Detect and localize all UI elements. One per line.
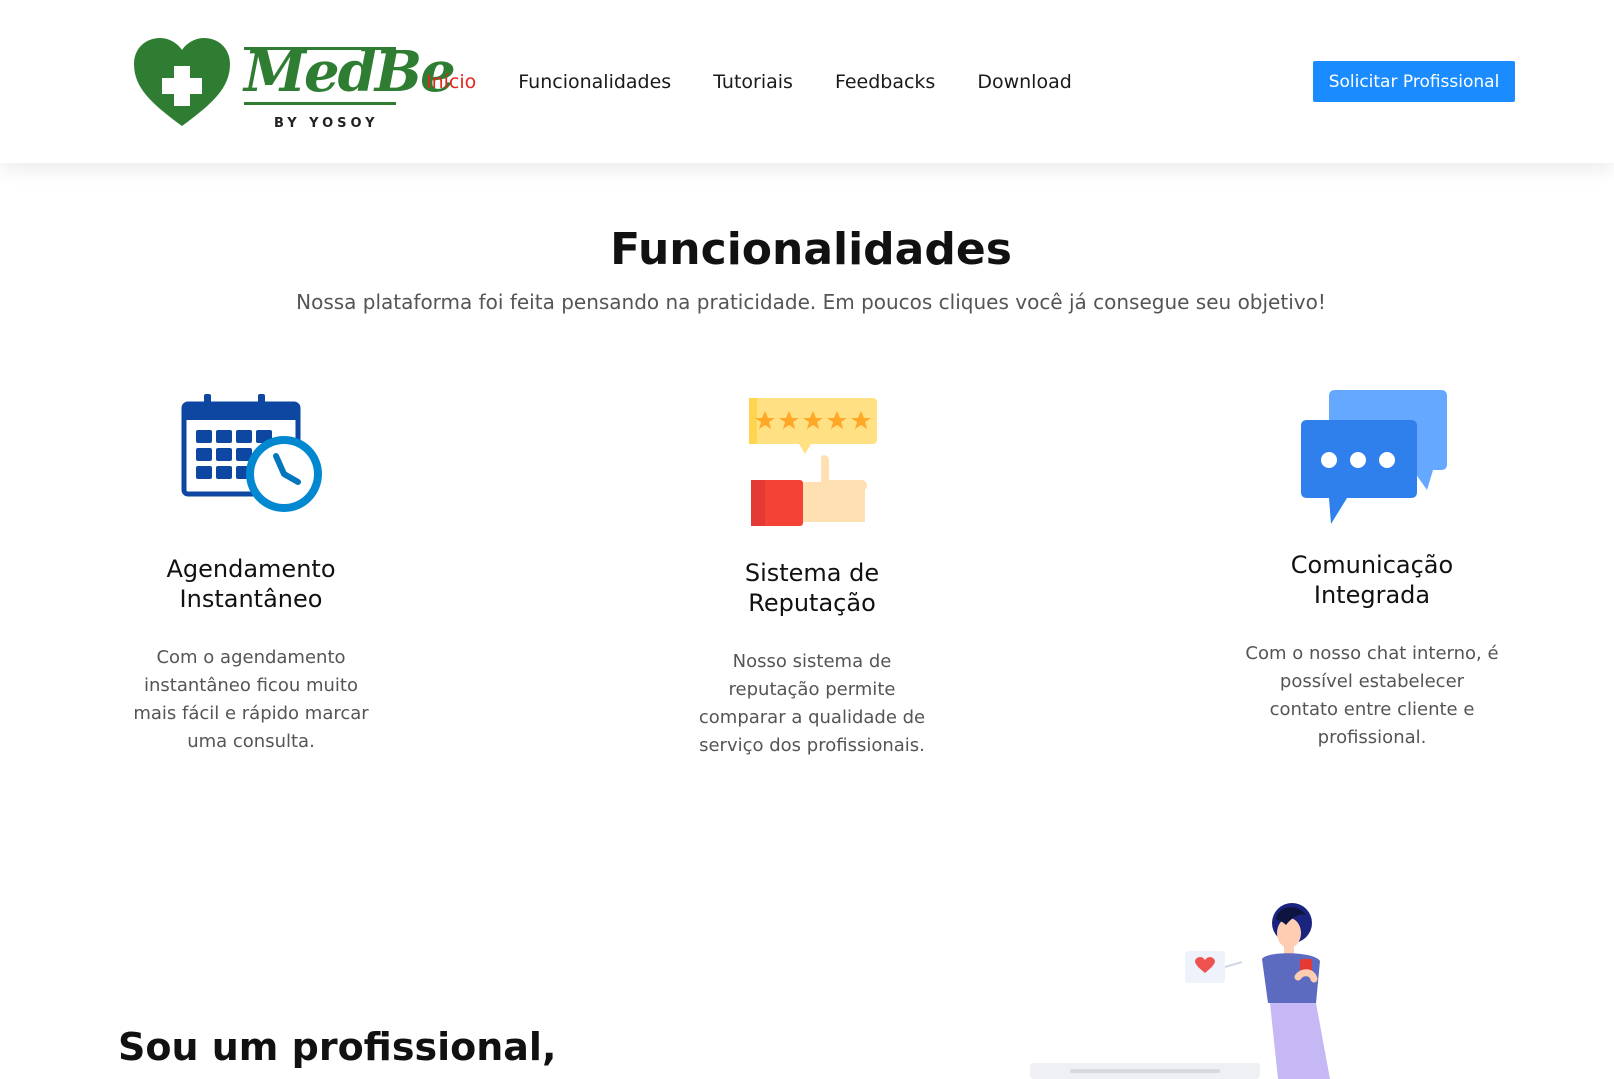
- site-header: MedBe BY YOSOY Início Funcionalidades Tu…: [0, 0, 1614, 163]
- calendar-clock-icon: [181, 394, 322, 512]
- desc-line: comparar a qualidade de: [698, 707, 926, 728]
- desc-line: Com o nosso chat interno, é: [1245, 643, 1499, 664]
- rating-thumbs-up-icon: [749, 398, 877, 526]
- feature-title: Comunicação Integrada: [1222, 550, 1522, 610]
- section-title: Funcionalidades: [610, 224, 1012, 275]
- feature-title: Agendamento Instantâneo: [101, 554, 401, 614]
- feature-title-line1: Comunicação: [1290, 551, 1454, 579]
- feature-title: Sistema de Reputação: [662, 558, 962, 618]
- feature-reputacao: Sistema de Reputação Nosso sistema de re…: [662, 394, 962, 760]
- feature-title-line1: Sistema de: [744, 559, 880, 587]
- desc-line: instantâneo ficou muito: [144, 675, 358, 696]
- feature-agendamento: Agendamento Instantâneo Com o agendament…: [101, 390, 401, 756]
- professional-section-title: Sou um profissional,: [118, 1025, 557, 1069]
- heart-cross-icon: [134, 38, 230, 126]
- desc-line: contato entre cliente e: [1269, 699, 1475, 720]
- nav-feedbacks[interactable]: Feedbacks: [835, 71, 935, 93]
- feature-description: Com o nosso chat interno, é possível est…: [1222, 640, 1522, 752]
- feature-title-line2: Integrada: [1313, 581, 1431, 609]
- feature-title-line1: Agendamento: [166, 555, 336, 583]
- feature-description: Com o agendamento instantâneo ficou muit…: [101, 644, 401, 756]
- logo-subtitle: BY YOSOY: [274, 116, 379, 131]
- nav-download[interactable]: Download: [977, 71, 1071, 93]
- logo-wordmark: MedBe: [244, 39, 456, 105]
- solicitar-profissional-button[interactable]: Solicitar Profissional: [1313, 61, 1515, 102]
- desc-line: Nosso sistema de: [732, 651, 892, 672]
- desc-line: Com o agendamento: [156, 647, 346, 668]
- chat-bubbles-icon: [1301, 390, 1447, 524]
- medbe-logo[interactable]: MedBe BY YOSOY: [132, 36, 456, 136]
- desc-line: reputação permite: [728, 679, 896, 700]
- feature-comunicacao: Comunicação Integrada Com o nosso chat i…: [1222, 386, 1522, 752]
- main-nav: Início Funcionalidades Tutoriais Feedbac…: [426, 68, 1114, 96]
- desc-line: possível estabelecer: [1279, 671, 1465, 692]
- desc-line: uma consulta.: [187, 731, 315, 752]
- feature-title-line2: Instantâneo: [179, 585, 323, 613]
- nav-inicio[interactable]: Início: [426, 71, 476, 93]
- feature-title-line2: Reputação: [748, 589, 876, 617]
- desc-line: mais fácil e rápido marcar: [133, 703, 369, 724]
- feature-description: Nosso sistema de reputação permite compa…: [662, 648, 962, 760]
- nav-funcionalidades[interactable]: Funcionalidades: [518, 71, 671, 93]
- woman-phone-illustration: [1030, 903, 1330, 1079]
- desc-line: serviço dos profissionais.: [699, 735, 925, 756]
- desc-line: profissional.: [1317, 727, 1427, 748]
- section-subtitle: Nossa plataforma foi feita pensando na p…: [296, 290, 1326, 314]
- logo-bottom-line: [244, 102, 396, 105]
- nav-tutoriais[interactable]: Tutoriais: [713, 71, 793, 93]
